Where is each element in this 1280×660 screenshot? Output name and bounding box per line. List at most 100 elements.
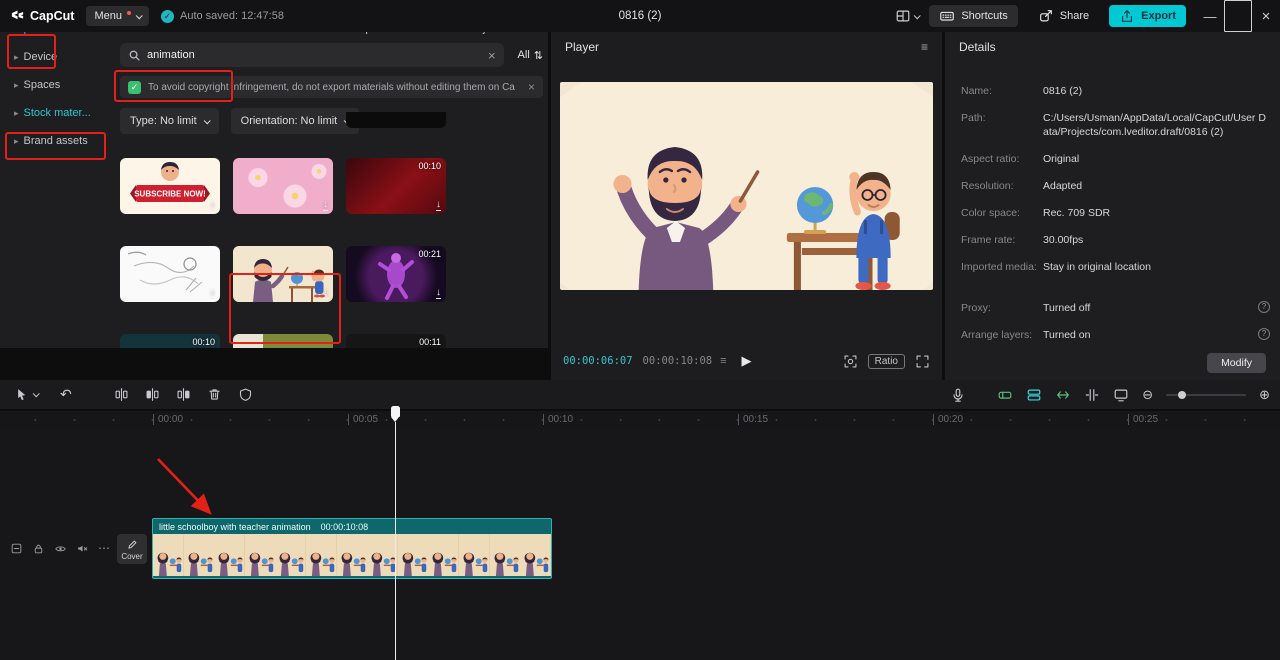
capcut-app: CapCut Menu ✓ Auto saved: 12:47:58 0816 … — [0, 0, 1280, 660]
sidebar-item-brand-assets[interactable]: ▸ Brand assets — [8, 130, 108, 152]
timeline-ruler[interactable]: 00:00 00:05 00:10 00:15 00:20 00:25 — [0, 411, 1280, 429]
search-box[interactable]: × — [120, 43, 504, 67]
timeline-tracks[interactable]: ⋯ Cover little schoolboy with teacher an… — [0, 429, 1280, 660]
thumbnail-partial-3[interactable]: 00:11 — [346, 334, 446, 348]
sidebar-item-device[interactable]: ▸ Device — [8, 46, 108, 68]
download-icon[interactable]: ↓ — [210, 288, 215, 299]
record-voiceover-button[interactable] — [950, 387, 966, 403]
filmstrip-frame — [397, 534, 429, 576]
auto-split-toggle[interactable] — [1084, 387, 1100, 403]
svg-text:SUBSCRIBE NOW!: SUBSCRIBE NOW! — [134, 190, 206, 199]
duration-badge: 00:11 — [419, 337, 441, 347]
link-materials-toggle[interactable] — [1026, 387, 1042, 403]
zoom-in-button[interactable]: ⊕ — [1259, 387, 1270, 403]
video-preview[interactable] — [560, 82, 933, 290]
ruler-label: 00:15 — [738, 414, 768, 425]
thumbnail-purple-dancer[interactable]: 00:21 ↓ — [346, 246, 446, 302]
thumbnail-teacher-and-schoolboy[interactable]: ↓ — [233, 246, 333, 302]
undo-button[interactable]: ↶ — [60, 386, 72, 403]
current-time: 00:00:06:07 — [563, 355, 633, 367]
download-icon[interactable]: ↓ — [210, 200, 215, 211]
filmstrip-frame — [428, 534, 460, 576]
download-icon[interactable]: ↓ — [436, 200, 441, 211]
download-icon[interactable]: ↓ — [323, 200, 328, 211]
all-filter-button[interactable]: All ⇅ — [518, 49, 543, 62]
delete-right-button[interactable] — [176, 387, 191, 402]
search-input[interactable] — [147, 49, 482, 61]
sketch-thumbnail-art — [120, 246, 220, 302]
hide-track-icon[interactable] — [54, 542, 67, 555]
timeline-clip[interactable]: little schoolboy with teacher animation … — [152, 518, 552, 579]
linked-tracks-icon — [1027, 389, 1041, 401]
close-button[interactable]: × — [1252, 0, 1280, 32]
autosave-status: ✓ Auto saved: 12:47:58 — [160, 9, 284, 23]
detail-row-name: Name: 0816 (2) — [961, 85, 1083, 97]
ratio-button[interactable]: Ratio — [867, 353, 905, 369]
main-track-magnet-toggle[interactable] — [997, 387, 1013, 403]
detail-row-aspect-ratio: Aspect ratio: Original — [961, 153, 1080, 165]
delete-button[interactable] — [207, 387, 222, 402]
duration-badge: 00:21 — [418, 249, 441, 259]
delete-left-button[interactable] — [145, 387, 160, 402]
export-button[interactable]: Export — [1109, 5, 1186, 27]
teacher-thumbnail-art — [233, 246, 333, 302]
sidebar-item-stock-materials[interactable]: ▸ Stock mater... — [8, 102, 108, 124]
thumbnail-whiteboard-sketch[interactable]: ↓ — [120, 246, 220, 302]
arrow-right-icon: ▸ — [14, 135, 19, 146]
preview-quality-button[interactable] — [1113, 387, 1129, 403]
snapshot-icon[interactable] — [843, 354, 858, 369]
thumbnail-pink-flowers[interactable]: ↓ — [233, 158, 333, 214]
select-tool-button[interactable] — [14, 387, 40, 402]
thumbnail-partial-top[interactable] — [346, 112, 446, 128]
lock-track-icon[interactable] — [32, 542, 45, 555]
close-notice-icon[interactable]: × — [528, 80, 535, 94]
split-button[interactable] — [114, 387, 129, 402]
capcut-logo-icon — [11, 10, 24, 19]
fullscreen-icon[interactable] — [915, 354, 930, 369]
timeline-zoom-slider[interactable] — [1166, 390, 1247, 399]
timecode-options-icon[interactable]: ≡ — [720, 355, 726, 367]
thumbnail-subscribe-now[interactable]: SUBSCRIBE NOW! ↓ — [120, 158, 220, 214]
preview-axis-toggle[interactable] — [1055, 387, 1071, 403]
double-arrow-icon — [1057, 390, 1070, 399]
maximize-button[interactable] — [1224, 0, 1252, 32]
zoom-slider-knob[interactable] — [1178, 390, 1187, 399]
ruler-label: 00:00 — [153, 414, 183, 425]
filmstrip-frame — [153, 534, 184, 576]
info-icon[interactable]: ? — [1258, 301, 1270, 313]
thumbnail-partial-1[interactable]: 00:10 — [120, 334, 220, 348]
monitor-icon — [1114, 389, 1128, 401]
track-resize-icon[interactable] — [10, 542, 23, 555]
search-row: × All ⇅ — [120, 42, 543, 68]
shortcuts-button[interactable]: Shortcuts — [929, 5, 1018, 27]
zoom-out-button[interactable]: ⊖ — [1142, 387, 1153, 403]
shield-check-icon: ✓ — [128, 80, 141, 94]
info-icon[interactable]: ? — [1258, 328, 1270, 340]
mask-button[interactable] — [238, 387, 253, 402]
duration-badge: 00:10 — [192, 337, 215, 347]
detail-row-path: Path: C:/Users/Usman/AppData/Local/CapCut… — [961, 112, 1266, 138]
clip-header: little schoolboy with teacher animation … — [153, 519, 551, 534]
share-button[interactable]: Share — [1028, 5, 1099, 27]
menu-button[interactable]: Menu — [86, 6, 149, 26]
player-menu-icon[interactable]: ≡ — [921, 40, 928, 54]
download-icon[interactable]: ↓ — [436, 288, 441, 299]
ruler-label: 00:10 — [543, 414, 573, 425]
workspace-layout-button[interactable] — [895, 8, 922, 24]
thumbnail-dark-red[interactable]: 00:10 ↓ — [346, 158, 446, 214]
download-icon[interactable]: ↓ — [323, 288, 328, 299]
modify-button[interactable]: Modify — [1207, 353, 1266, 373]
clear-search-icon[interactable]: × — [488, 48, 496, 63]
minimize-button[interactable]: — — [1196, 0, 1224, 32]
split-markers-icon — [1085, 388, 1099, 401]
play-button[interactable]: ▶ — [742, 353, 752, 369]
more-options-icon[interactable]: ⋯ — [98, 541, 110, 555]
sidebar-item-spaces[interactable]: ▸ Spaces — [8, 74, 108, 96]
player-controls: 00:00:06:07 00:00:10:08 ≡ ▶ Ratio — [563, 349, 930, 373]
orientation-filter-dropdown[interactable]: Orientation: No limit — [230, 108, 360, 134]
mute-track-icon[interactable] — [76, 542, 89, 555]
type-filter-dropdown[interactable]: Type: No limit — [120, 108, 219, 134]
thumbnail-partial-2[interactable] — [233, 334, 333, 348]
cover-button[interactable]: Cover — [117, 534, 147, 564]
keyboard-icon — [940, 11, 955, 21]
